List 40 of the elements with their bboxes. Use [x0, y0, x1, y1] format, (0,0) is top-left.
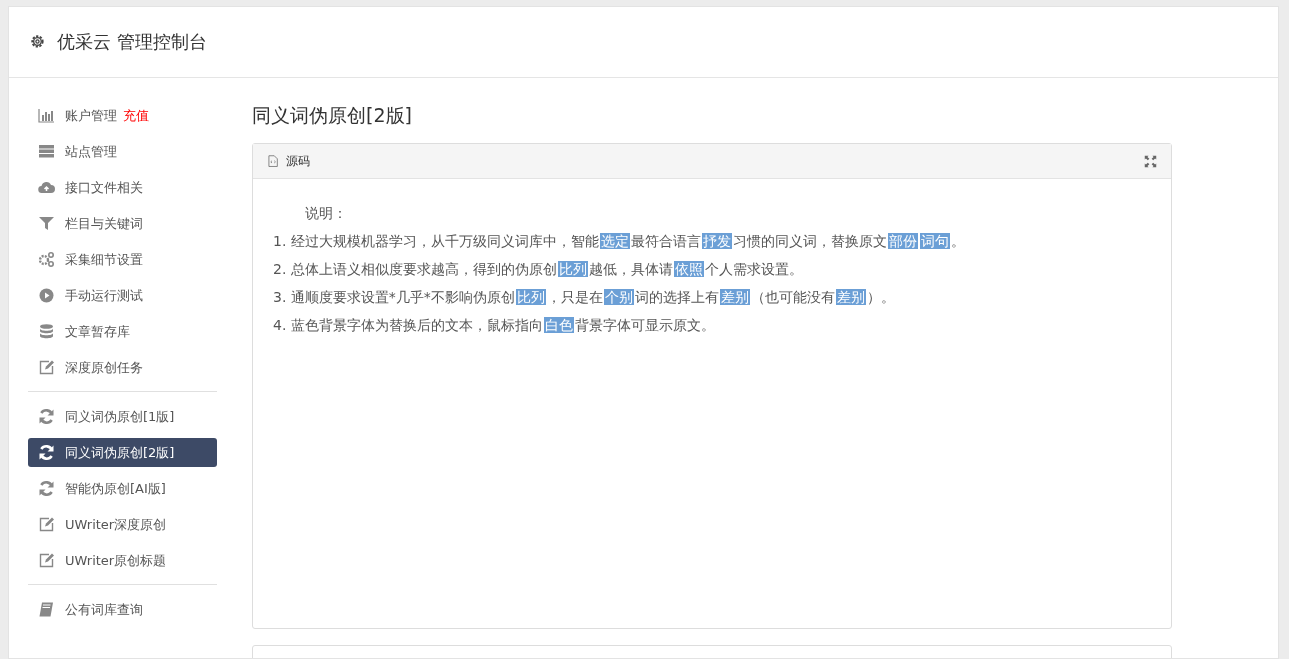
sidebar-item[interactable]: 公有词库查询 — [28, 595, 217, 624]
gear-icon — [29, 33, 47, 51]
sidebar-item[interactable]: UWriter深度原创 — [28, 510, 217, 539]
sidebar-item[interactable]: 同义词伪原创[1版] — [28, 402, 217, 431]
instruction-line: 2. 总体上语义相似度要求越高，得到的伪原创 比列 越低，具体请依照 个人需求设置。 — [273, 260, 804, 279]
gears-icon — [38, 251, 55, 268]
sidebar-item[interactable]: 手动运行测试 — [28, 281, 217, 310]
code-file-icon — [267, 154, 280, 168]
play-icon — [38, 287, 55, 304]
page-title: 同义词伪原创[2版] — [252, 103, 413, 128]
edit-icon — [38, 516, 55, 533]
sidebar-item[interactable]: 站点管理 — [28, 137, 217, 166]
database-icon — [38, 323, 55, 340]
sidebar-item[interactable]: 智能伪原创[AI版] — [28, 474, 217, 503]
sidebar-item[interactable]: 栏目与关键词 — [28, 209, 217, 238]
recharge-link[interactable]: 充值 — [123, 106, 149, 125]
sidebar-item[interactable]: 账户管理 充值 — [28, 101, 217, 130]
edit-icon — [38, 359, 55, 376]
sidebar-item[interactable]: 同义词伪原创[2版] — [28, 438, 217, 467]
sidebar-item[interactable]: 采集细节设置 — [28, 245, 217, 274]
sidebar-item[interactable]: 文章暂存库 — [28, 317, 217, 346]
panel-title: 源码 — [286, 152, 310, 170]
instruction-line: 3. 通顺度要求设置*几乎*不影响伪原创 比列，只是在个别 词的选择上有差别（也可能没有差别）。 — [273, 288, 896, 307]
console-title: 优采云 管理控制台 — [57, 30, 207, 54]
instruction-line: 1. 经过大规模机器学习，从千万级同义词库中，智能选定 最符合语言抒发 习惯的同义词，替换原文 部份 词句。 — [273, 232, 966, 251]
instructions-heading: 说明： — [304, 204, 348, 223]
edit-icon — [38, 552, 55, 569]
cloud-upload-icon — [38, 179, 55, 196]
sidebar-item[interactable]: UWriter原创标题 — [28, 546, 217, 575]
book-icon — [38, 601, 55, 618]
server-icon — [38, 143, 55, 160]
sidebar-item[interactable]: 接口文件相关 — [28, 173, 217, 202]
instruction-line: 4. 蓝色背景字体为替换后的文本，鼠标指向 白色背景字体可显示原文。 — [273, 316, 716, 335]
refresh-icon — [38, 408, 55, 425]
sidebar-item[interactable]: 深度原创任务 — [28, 353, 217, 382]
expand-icon[interactable] — [1144, 154, 1157, 168]
bar-chart-icon — [38, 107, 55, 124]
refresh-icon — [38, 444, 55, 461]
filter-icon — [38, 215, 55, 232]
refresh-icon — [38, 480, 55, 497]
